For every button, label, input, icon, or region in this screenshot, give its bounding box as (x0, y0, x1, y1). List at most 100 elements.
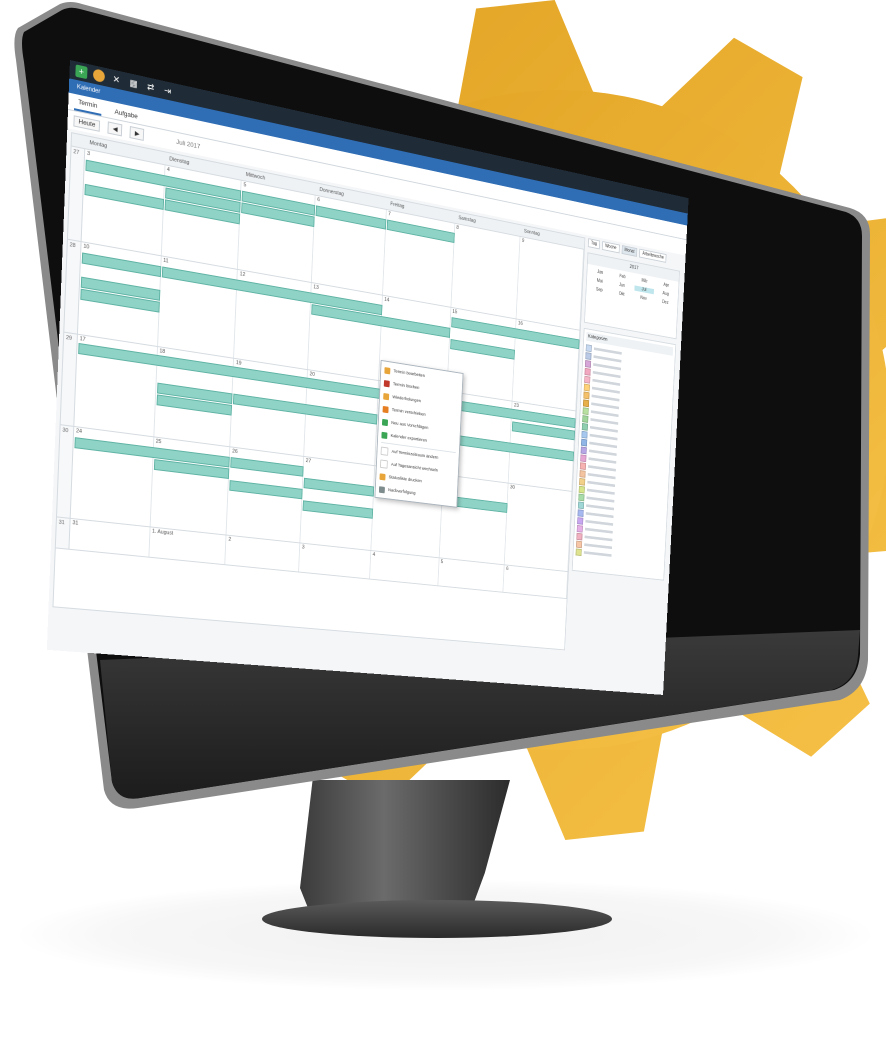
category-swatch (577, 508, 584, 517)
category-swatch (580, 446, 587, 454)
day-number: 14 (384, 296, 390, 304)
category-swatch (575, 540, 583, 548)
day-number: 31 (72, 520, 79, 527)
category-swatch (582, 414, 589, 423)
context-menu: Termin bearbeiten Termin löschen Wiederhol… (374, 359, 464, 508)
today-button[interactable]: Heute (73, 114, 101, 132)
category-swatch (585, 351, 592, 360)
day-number: 10 (83, 243, 90, 251)
category-swatch (576, 532, 583, 541)
mini-calendar-month[interactable]: Okt (612, 290, 631, 299)
category-swatch (579, 469, 586, 478)
day-number: 11 (163, 257, 169, 265)
calendar-day-cell[interactable]: 8 (450, 223, 521, 319)
day-number: 24 (75, 428, 83, 436)
day-number: 19 (235, 360, 242, 367)
day-number: 6 (506, 566, 509, 572)
day-number: 8 (456, 224, 459, 231)
day-number: 4 (372, 552, 376, 558)
day-number: 4 (166, 166, 170, 174)
category-swatch (581, 422, 589, 431)
context-menu-label: Termin löschen (392, 381, 420, 391)
suggest-icon (381, 418, 389, 426)
category-swatch (585, 343, 592, 352)
day-icon (380, 459, 388, 469)
category-swatch (582, 406, 589, 415)
calendar-icon[interactable]: ▦ (128, 76, 140, 91)
day-number: 13 (313, 284, 319, 291)
category-swatch (582, 398, 590, 407)
day-number: 20 (309, 371, 315, 378)
mini-calendar-month[interactable]: Mai (590, 277, 610, 286)
day-number: 25 (155, 438, 162, 446)
category-swatch (579, 461, 587, 470)
day-number: 23 (513, 402, 519, 409)
day-number: 5 (243, 182, 247, 189)
print-icon (379, 472, 386, 481)
exchange-icon[interactable]: ⇄ (145, 80, 157, 94)
view-week-button[interactable]: Woche (601, 241, 620, 254)
edit-icon (384, 366, 391, 374)
logo-icon[interactable] (92, 68, 106, 84)
export-icon (381, 431, 388, 439)
day-number: 26 (232, 448, 238, 456)
day-number: 12 (239, 271, 246, 279)
mini-calendar-month[interactable]: Aug (656, 290, 675, 299)
tools-icon[interactable]: ✕ (110, 72, 122, 87)
mini-calendar-month[interactable]: Dez (656, 298, 675, 307)
mini-calendar-month[interactable]: Sep (589, 286, 609, 295)
context-menu-label: Neu aus Vorschlägen (391, 420, 429, 431)
day-number: 3 (86, 150, 91, 158)
mini-calendar-month[interactable]: Jun (612, 281, 631, 290)
category-swatch (583, 391, 590, 399)
mini-calendar: 2017 Jan Feb Mär Apr Mai Jun Jul Aug Sep Okt Nov De… (584, 252, 680, 340)
mini-calendar-month[interactable]: Mär (635, 277, 654, 286)
mini-calendar-month[interactable]: Jan (590, 268, 610, 277)
day-number: 3 (301, 544, 305, 551)
calendar-day-cell[interactable]: 5 (437, 558, 505, 592)
day-number: 15 (452, 308, 458, 316)
view-month-button[interactable]: Monat (621, 245, 638, 257)
category-swatch (581, 430, 588, 439)
calendar-day-cell[interactable]: 6 (503, 565, 569, 599)
context-menu-label: Termin verschieben (391, 407, 426, 418)
day-number: 17 (79, 336, 86, 343)
app-screen: + ✕ ▦ ⇄ ⇥ Kalender Termin Aufgabe Heute … (46, 60, 689, 695)
calendar-day-cell[interactable]: 9 (516, 236, 584, 330)
category-swatch (577, 501, 585, 509)
category-name (583, 551, 612, 557)
context-menu-label: Wiederholungen (392, 394, 422, 404)
day-number: 1. August (151, 528, 174, 537)
category-swatch (578, 485, 585, 494)
category-swatch (584, 375, 591, 384)
prev-arrow-icon[interactable]: ◀ (107, 121, 123, 137)
delete-icon (383, 379, 390, 387)
category-swatch (575, 548, 582, 556)
context-menu-label: Statusliste drucken (388, 474, 422, 484)
mini-calendar-month[interactable]: Nov (634, 294, 653, 303)
day-number: 9 (521, 238, 525, 245)
flag-icon (378, 485, 385, 493)
range-icon (380, 446, 389, 456)
category-swatch (577, 516, 584, 525)
category-swatch (584, 359, 592, 368)
right-panel: Tag Woche Monat Arbeitswoche 2017 Jan Feb… (568, 238, 681, 656)
view-day-button[interactable]: Tag (587, 238, 601, 250)
add-icon[interactable]: + (75, 64, 88, 80)
next-arrow-icon[interactable]: ▶ (129, 126, 145, 142)
context-menu-label: Nachverfolgung (388, 487, 416, 496)
day-number: 27 (305, 458, 312, 465)
mini-calendar-month[interactable]: Jul (634, 285, 654, 295)
mini-calendar-month[interactable]: Apr (657, 281, 676, 290)
month-label: Juli 2017 (176, 138, 201, 151)
category-swatch (578, 493, 585, 501)
context-menu-label: Kalender exportieren (390, 433, 428, 444)
mini-calendar-month[interactable]: Feb (613, 272, 632, 281)
day-number: 7 (387, 211, 391, 218)
category-list: Kategorien (571, 327, 677, 581)
exit-icon[interactable]: ⇥ (162, 84, 174, 98)
category-swatch (583, 383, 590, 392)
category-swatch (576, 524, 583, 533)
calendar-day-cell[interactable]: 30 (504, 483, 572, 572)
day-number: 5 (440, 559, 444, 566)
